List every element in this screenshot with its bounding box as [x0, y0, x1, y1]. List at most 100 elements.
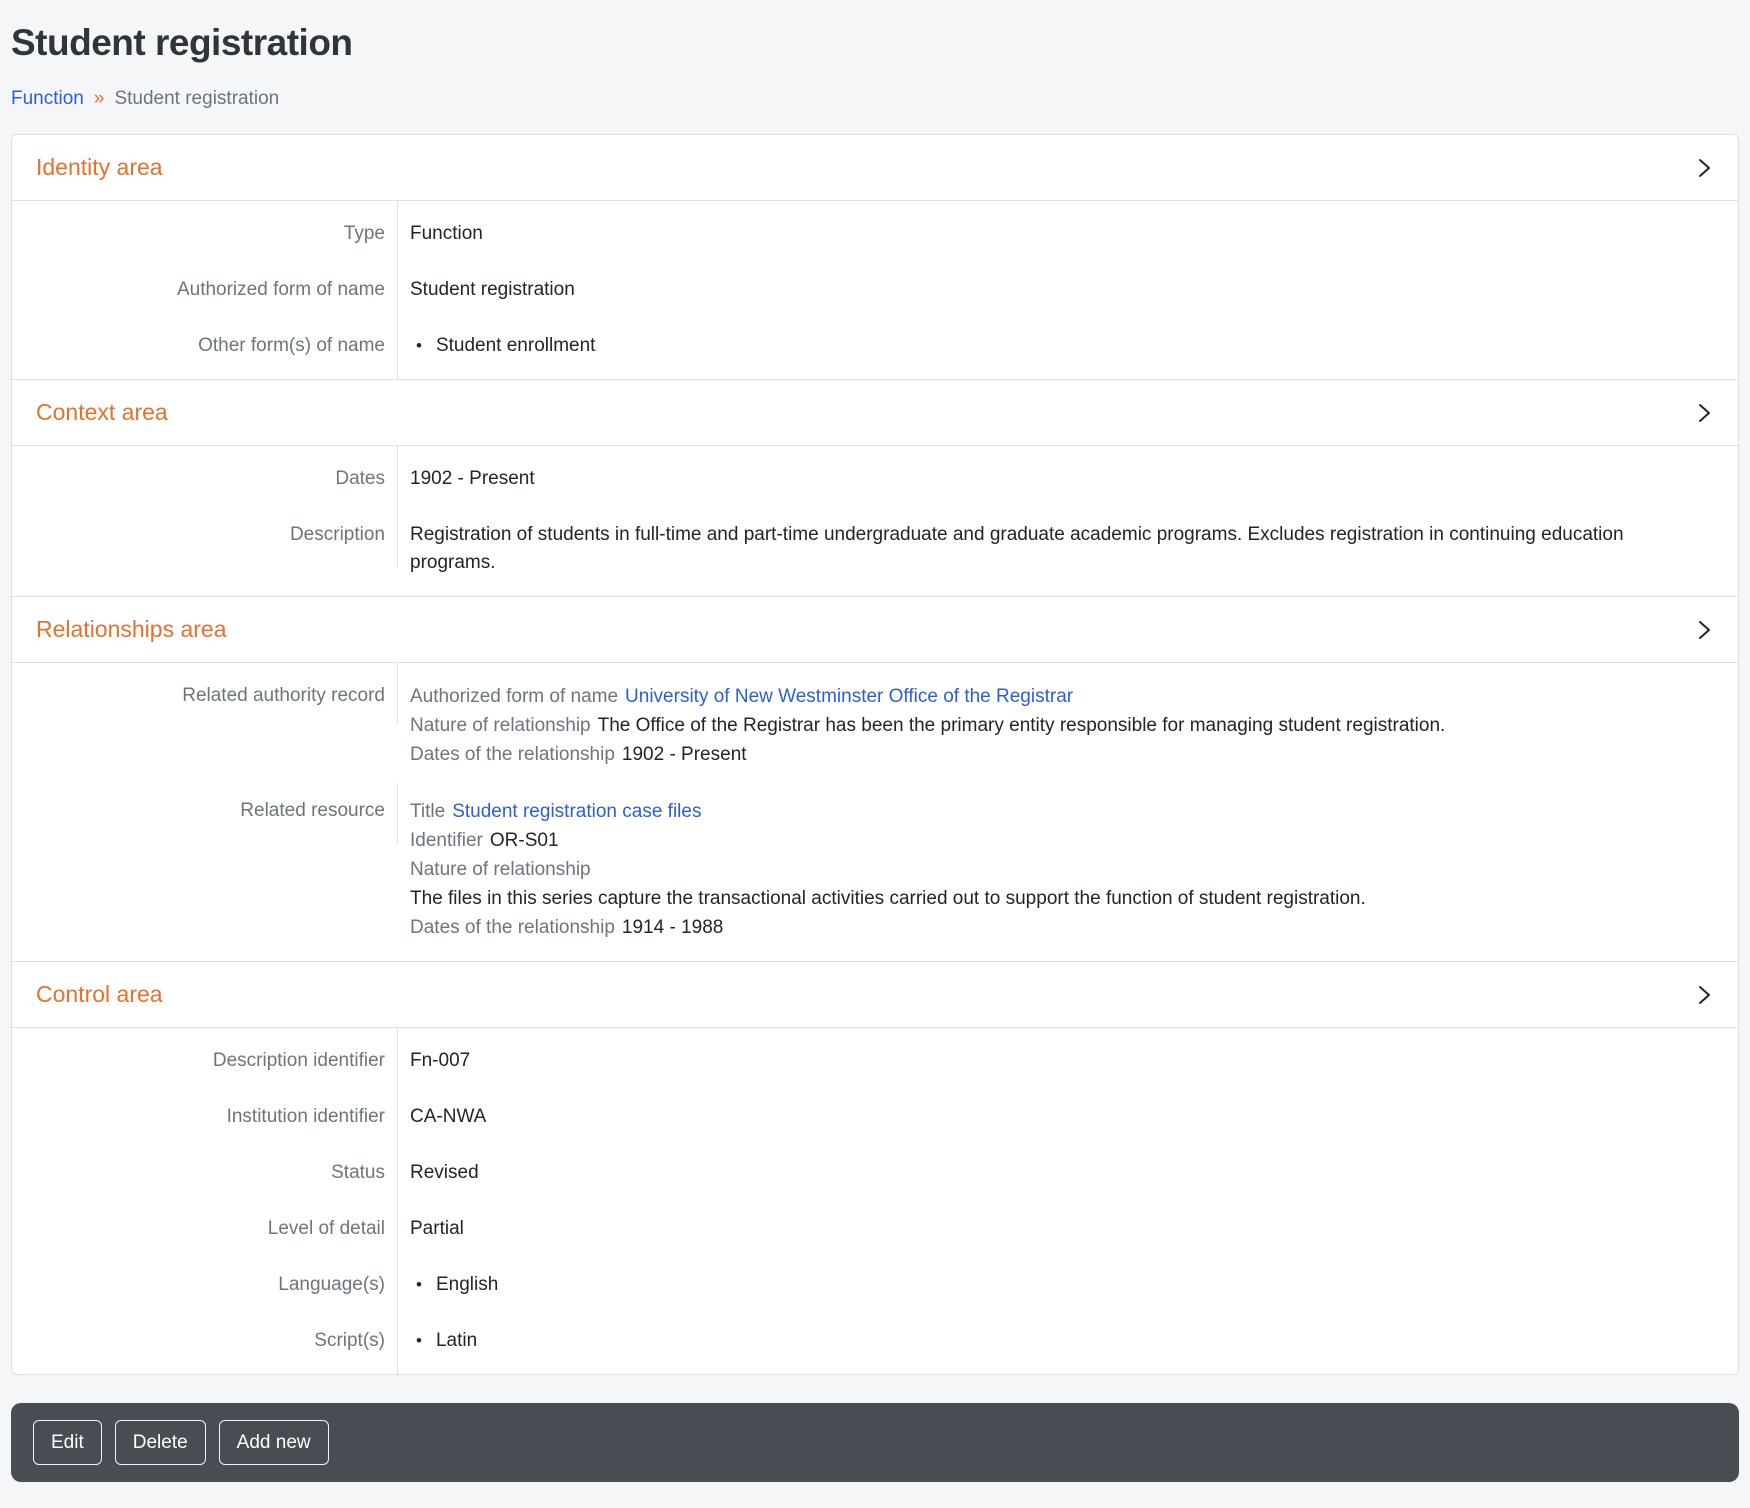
field-label: Related resource — [12, 783, 398, 844]
section-control-area: Control area Description identifier Fn-0… — [12, 961, 1738, 1374]
breadcrumb-separator: » — [94, 88, 105, 110]
relationship-key: Dates of the relationship — [410, 744, 615, 765]
field-row-level-of-detail: Level of detail Partial — [12, 1201, 1738, 1257]
field-row-authorized-form-of-name: Authorized form of name Student registra… — [12, 262, 1738, 318]
relationship-key: Authorized form of name — [410, 686, 618, 707]
field-value: Partial — [398, 1201, 1738, 1257]
field-label: Type — [12, 201, 398, 262]
relationship-line: Identifier OR-S01 — [410, 826, 1714, 855]
record-panel: Identity area Type Function Authorized f… — [11, 134, 1739, 1375]
field-group: Related authority record Authorized form… — [12, 663, 1738, 961]
field-row-type: Type Function — [12, 201, 1738, 262]
field-row-dates: Dates 1902 - Present — [12, 446, 1738, 507]
relationship-text: OR-S01 — [490, 830, 559, 851]
bullet-icon — [410, 1327, 436, 1355]
field-value: Fn-007 — [398, 1028, 1738, 1089]
field-value: English — [398, 1257, 1738, 1313]
section-identity-area: Identity area Type Function Authorized f… — [12, 135, 1738, 379]
section-context-area: Context area Dates 1902 - Present Descri… — [12, 379, 1738, 596]
relationship-line: Authorized form of name University of New… — [410, 682, 1714, 711]
chevron-right-icon[interactable] — [1694, 620, 1714, 640]
bullet-icon — [410, 332, 436, 360]
breadcrumb-link-function[interactable]: Function — [11, 88, 84, 110]
section-header-identity[interactable]: Identity area — [12, 135, 1738, 201]
relationship-line: Dates of the relationship 1902 - Present — [410, 740, 1714, 769]
field-label: Authorized form of name — [12, 262, 398, 318]
relationship-text: 1902 - Present — [622, 744, 747, 765]
relationship-line: The files in this series capture the tra… — [410, 884, 1714, 913]
add-new-button[interactable]: Add new — [219, 1420, 329, 1465]
field-label: Level of detail — [12, 1201, 398, 1257]
field-group: Type Function Authorized form of name St… — [12, 201, 1738, 379]
bullet-text: English — [436, 1271, 498, 1299]
field-value: CA-NWA — [398, 1089, 1738, 1145]
section-header-relationships[interactable]: Relationships area — [12, 597, 1738, 663]
section-title: Context area — [36, 399, 168, 426]
field-row-other-forms-of-name: Other form(s) of name Student enrollment — [12, 318, 1738, 379]
field-value: Revised — [398, 1145, 1738, 1201]
list-item: Latin — [410, 1327, 1714, 1355]
field-row-description: Description Registration of students in … — [12, 507, 1738, 596]
list-item: Student enrollment — [410, 332, 1714, 360]
chevron-right-icon[interactable] — [1694, 403, 1714, 423]
field-group: Dates 1902 - Present Description Registr… — [12, 446, 1738, 596]
bullet-text: Student enrollment — [436, 332, 596, 360]
relationship-key: Nature of relationship — [410, 859, 591, 880]
relationship-text: 1914 - 1988 — [622, 917, 723, 938]
relationship-text: The files in this series capture the tra… — [410, 888, 1366, 909]
field-label: Institution identifier — [12, 1089, 398, 1145]
delete-button[interactable]: Delete — [115, 1420, 206, 1465]
relationship-line: Nature of relationship — [410, 855, 1714, 884]
breadcrumb-current: Student registration — [114, 88, 279, 110]
list-item: English — [410, 1271, 1714, 1299]
field-value: 1902 - Present — [398, 446, 1738, 507]
field-value: Student registration — [398, 262, 1738, 318]
field-label: Status — [12, 1145, 398, 1201]
field-label: Description identifier — [12, 1028, 398, 1089]
section-title: Identity area — [36, 154, 163, 181]
field-label: Script(s) — [12, 1313, 398, 1374]
field-label: Language(s) — [12, 1257, 398, 1313]
relationship-line: Nature of relationship The Office of the … — [410, 711, 1714, 740]
field-value: Registration of students in full-time an… — [398, 507, 1738, 596]
field-value: Latin — [398, 1313, 1738, 1374]
field-label: Other form(s) of name — [12, 318, 398, 379]
field-row-languages: Language(s) English — [12, 1257, 1738, 1313]
relationship-key: Dates of the relationship — [410, 917, 615, 938]
field-value: Student enrollment — [398, 318, 1738, 379]
field-value: TitleStudent registration case files Ide… — [398, 783, 1738, 961]
field-row-description-identifier: Description identifier Fn-007 — [12, 1028, 1738, 1089]
edit-button[interactable]: Edit — [33, 1420, 102, 1465]
related-resource-link[interactable]: Student registration case files — [452, 801, 701, 822]
field-label: Description — [12, 507, 398, 568]
related-authority-link[interactable]: University of New Westminster Office of … — [625, 686, 1073, 707]
field-row-scripts: Script(s) Latin — [12, 1313, 1738, 1374]
field-row-institution-identifier: Institution identifier CA-NWA — [12, 1089, 1738, 1145]
field-label: Related authority record — [12, 663, 398, 724]
relationship-key: Identifier — [410, 830, 483, 851]
relationship-line: Dates of the relationship 1914 - 1988 — [410, 913, 1714, 942]
field-group: Description identifier Fn-007 Institutio… — [12, 1028, 1738, 1374]
bullet-text: Latin — [436, 1327, 477, 1355]
chevron-right-icon[interactable] — [1694, 158, 1714, 178]
section-title: Control area — [36, 981, 163, 1008]
section-header-control[interactable]: Control area — [12, 962, 1738, 1028]
field-row-related-resource: Related resource TitleStudent registrati… — [12, 783, 1738, 961]
field-value: Function — [398, 201, 1738, 262]
action-bar: Edit Delete Add new — [11, 1403, 1739, 1482]
chevron-right-icon[interactable] — [1694, 985, 1714, 1005]
relationship-line: TitleStudent registration case files — [410, 797, 1714, 826]
relationship-text: The Office of the Registrar has been the… — [598, 715, 1446, 736]
field-row-status: Status Revised — [12, 1145, 1738, 1201]
relationship-key: Nature of relationship — [410, 715, 591, 736]
breadcrumb: Function » Student registration — [11, 88, 1739, 110]
field-value: Authorized form of name University of New… — [398, 663, 1738, 783]
section-header-context[interactable]: Context area — [12, 380, 1738, 446]
section-title: Relationships area — [36, 616, 227, 643]
field-label: Dates — [12, 446, 398, 507]
field-row-related-authority-record: Related authority record Authorized form… — [12, 663, 1738, 783]
section-relationships-area: Relationships area Related authority rec… — [12, 596, 1738, 961]
page-root: Student registration Function » Student … — [0, 0, 1750, 1508]
page-title: Student registration — [11, 22, 1739, 64]
bullet-icon — [410, 1271, 436, 1299]
